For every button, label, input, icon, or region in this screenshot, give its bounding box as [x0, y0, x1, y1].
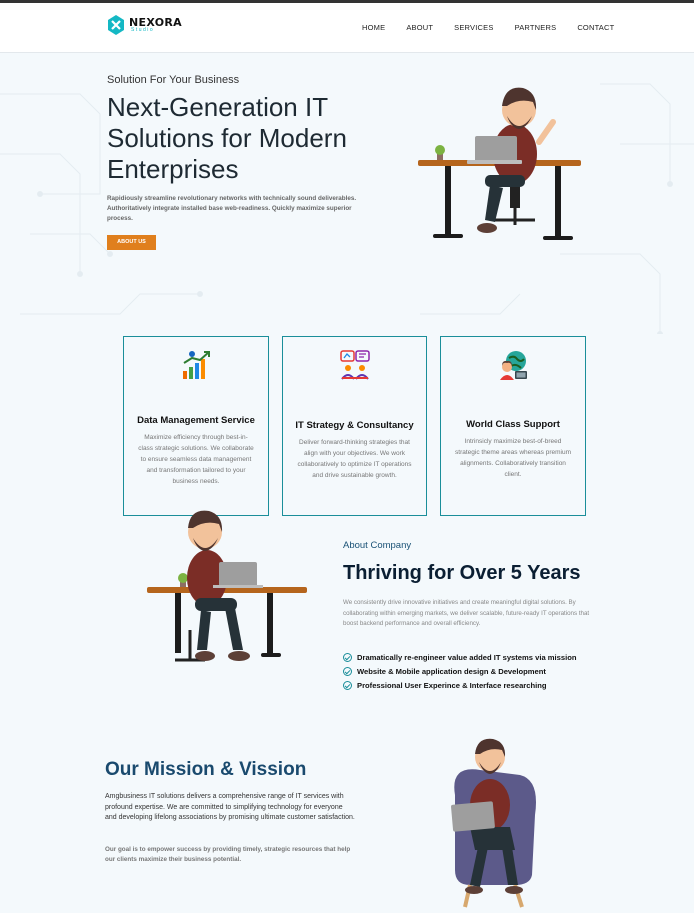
feature-checklist: Dramatically re-engineer value added IT … — [343, 650, 576, 692]
nav-partners[interactable]: PARTNERS — [515, 23, 557, 32]
about-eyebrow: About Company — [343, 540, 412, 551]
nexora-logo-icon — [108, 15, 124, 35]
strategy-consulting-icon — [339, 350, 370, 380]
main-nav: HOME ABOUT SERVICES PARTNERS CONTACT — [362, 23, 635, 32]
checklist-text: Professional User Experince & Interface … — [357, 680, 547, 690]
check-circle-icon — [343, 652, 352, 662]
service-card[interactable]: Data Management Service Maximize efficie… — [123, 336, 269, 516]
check-circle-icon — [343, 680, 352, 690]
nav-contact[interactable]: CONTACT — [577, 23, 614, 32]
check-circle-icon — [343, 666, 352, 676]
checklist-text: Website & Mobile application design & De… — [357, 666, 546, 676]
card-text: Deliver forward-thinking strategies that… — [297, 439, 412, 479]
checklist-item: Professional User Experince & Interface … — [343, 678, 576, 692]
hero-illustration — [418, 87, 581, 240]
nav-home[interactable]: HOME — [362, 23, 385, 32]
about-title: Thriving for Over 5 Years — [343, 562, 581, 584]
nav-services[interactable]: SERVICES — [454, 23, 493, 32]
about-illustration — [147, 510, 307, 662]
brand-logo[interactable]: NEXORA Studio — [106, 13, 182, 37]
site-header: NEXORA Studio HOME ABOUT SERVICES PARTNE… — [0, 3, 694, 53]
about-description: We consistently drive innovative initiat… — [343, 599, 590, 627]
mission-goal: Our goal is to empower success by provid… — [105, 846, 351, 863]
service-card[interactable]: IT Strategy & Consultancy Deliver forwar… — [282, 336, 427, 516]
hero-eyebrow: Solution For Your Business — [107, 74, 240, 86]
service-card[interactable]: World Class Support Intrinsicly maximize… — [440, 336, 586, 516]
hero-description: Rapidiously streamline revolutionary net… — [107, 195, 357, 222]
about-us-button[interactable]: ABOUT US — [107, 235, 156, 250]
mission-title: Our Mission & Vission — [105, 759, 307, 780]
nav-about[interactable]: ABOUT — [406, 23, 433, 32]
checklist-text: Dramatically re-engineer value added IT … — [357, 652, 577, 662]
checklist-item: Website & Mobile application design & De… — [343, 664, 576, 678]
growth-chart-icon — [183, 351, 210, 379]
card-title: IT Strategy & Consultancy — [295, 420, 414, 431]
card-text: Maximize efficiency through best-in-clas… — [138, 434, 254, 485]
global-support-icon — [500, 351, 527, 380]
card-title: Data Management Service — [137, 415, 255, 426]
checklist-item: Dramatically re-engineer value added IT … — [343, 650, 576, 664]
mission-illustration — [451, 738, 536, 908]
card-text: Intrinsicly maximize best-of-breed strat… — [455, 438, 571, 478]
card-title: World Class Support — [466, 419, 560, 430]
mission-paragraph: Amgbusiness IT solutions delivers a comp… — [105, 793, 355, 821]
hero-title: Next-Generation IT Solutions for Modern … — [107, 92, 347, 184]
